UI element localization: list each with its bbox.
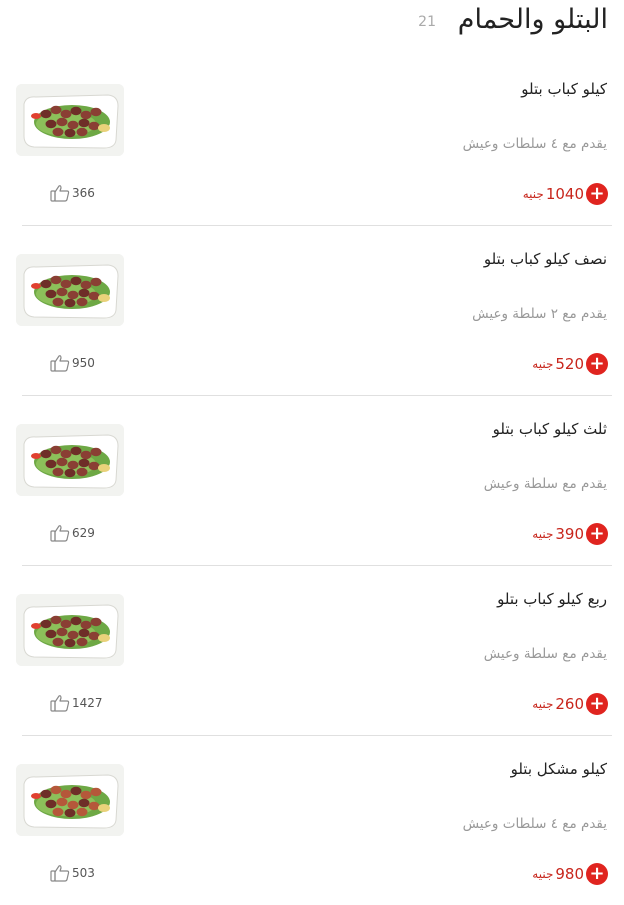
menu-item[interactable]: كيلو كباب بتلو يقدم مع ٤ سلطات وعيش + 10…: [0, 70, 624, 240]
dish-price: 980: [555, 865, 584, 883]
dish-description: يقدم مع ٢ سلطة وعيش: [472, 306, 607, 322]
section-title: البتلو والحمام: [457, 4, 608, 35]
add-to-cart-button[interactable]: +: [586, 693, 608, 715]
section-item-count: 21: [418, 14, 436, 30]
like-button[interactable]: 1427: [50, 693, 103, 713]
price-row: + 1040 جنيه: [523, 183, 608, 205]
item-divider: [22, 395, 612, 396]
dish-description: يقدم مع ٤ سلطات وعيش: [462, 136, 607, 152]
like-count: 950: [72, 356, 95, 370]
menu-item[interactable]: كيلو مشكل بتلو يقدم مع ٤ سلطات وعيش + 98…: [0, 750, 624, 905]
currency-label: جنيه: [532, 697, 554, 711]
dish-image[interactable]: [16, 764, 124, 836]
dish-image[interactable]: [16, 84, 124, 156]
item-divider: [22, 565, 612, 566]
add-to-cart-button[interactable]: +: [586, 863, 608, 885]
price-row: + 260 جنيه: [532, 693, 608, 715]
menu-item[interactable]: ثلث كيلو كباب بتلو يقدم مع سلطة وعيش + 3…: [0, 410, 624, 580]
dish-description: يقدم مع سلطة وعيش: [483, 646, 607, 662]
add-to-cart-button[interactable]: +: [586, 183, 608, 205]
thumbs-up-icon: [50, 525, 70, 542]
item-divider: [22, 735, 612, 736]
thumbs-up-icon: [50, 695, 70, 712]
thumbs-up-icon: [50, 185, 70, 202]
like-count: 366: [72, 186, 95, 200]
dish-description: يقدم مع سلطة وعيش: [483, 476, 607, 492]
dish-price: 520: [555, 355, 584, 373]
dish-name: كيلو مشكل بتلو: [510, 760, 607, 778]
item-divider: [22, 225, 612, 226]
currency-label: جنيه: [532, 867, 554, 881]
add-to-cart-button[interactable]: +: [586, 523, 608, 545]
dish-image[interactable]: [16, 424, 124, 496]
menu-item[interactable]: ربع كيلو كباب بتلو يقدم مع سلطة وعيش + 2…: [0, 580, 624, 750]
like-count: 629: [72, 526, 95, 540]
dish-name: كيلو كباب بتلو: [521, 80, 607, 98]
dish-description: يقدم مع ٤ سلطات وعيش: [462, 816, 607, 832]
price-row: + 390 جنيه: [532, 523, 608, 545]
like-button[interactable]: 950: [50, 353, 95, 373]
dish-name: نصف كيلو كباب بتلو: [483, 250, 607, 268]
price-row: + 520 جنيه: [532, 353, 608, 375]
section-header: 21 البتلو والحمام: [0, 0, 624, 50]
thumbs-up-icon: [50, 865, 70, 882]
dish-name: ثلث كيلو كباب بتلو: [492, 420, 607, 438]
like-button[interactable]: 366: [50, 183, 95, 203]
like-button[interactable]: 629: [50, 523, 95, 543]
dish-name: ربع كيلو كباب بتلو: [497, 590, 607, 608]
like-button[interactable]: 503: [50, 863, 95, 883]
price-row: + 980 جنيه: [532, 863, 608, 885]
like-count: 503: [72, 866, 95, 880]
currency-label: جنيه: [532, 357, 554, 371]
like-count: 1427: [72, 696, 103, 710]
dish-price: 1040: [545, 185, 584, 203]
add-to-cart-button[interactable]: +: [586, 353, 608, 375]
dish-image[interactable]: [16, 254, 124, 326]
menu-item[interactable]: نصف كيلو كباب بتلو يقدم مع ٢ سلطة وعيش +…: [0, 240, 624, 410]
dish-image[interactable]: [16, 594, 124, 666]
thumbs-up-icon: [50, 355, 70, 372]
dish-price: 390: [555, 525, 584, 543]
currency-label: جنيه: [522, 187, 544, 201]
currency-label: جنيه: [532, 527, 554, 541]
dish-price: 260: [555, 695, 584, 713]
